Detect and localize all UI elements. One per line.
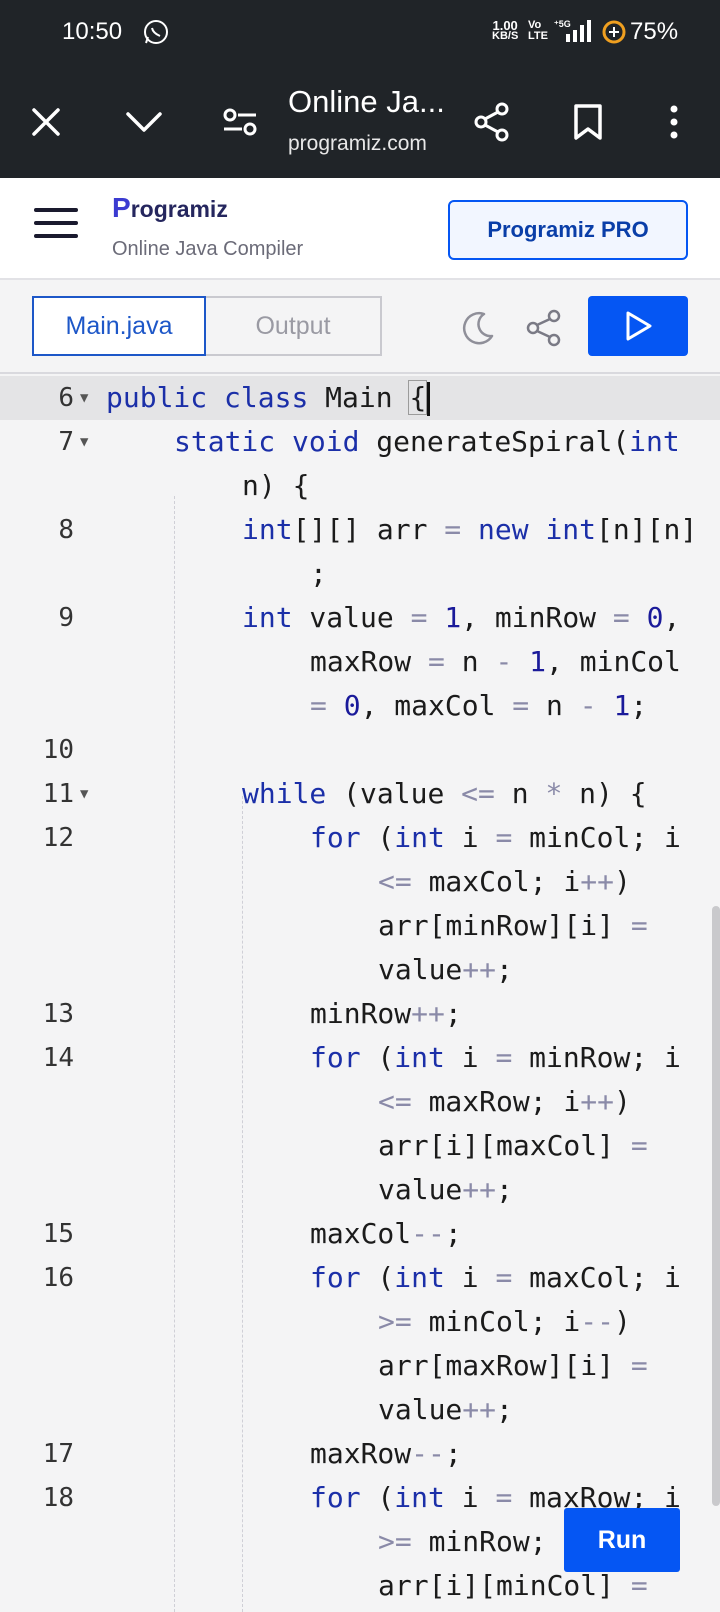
code-text: maxCol--; bbox=[310, 1217, 462, 1250]
code-line[interactable]: 12 for (int i = minCol; i bbox=[0, 816, 720, 860]
line-number: 14 bbox=[42, 1043, 74, 1073]
code-line[interactable]: 13 minRow++; bbox=[0, 992, 720, 1036]
minimize-tab-button[interactable] bbox=[114, 92, 174, 152]
code-line[interactable]: 10 bbox=[0, 728, 720, 772]
line-number: 17 bbox=[42, 1439, 74, 1469]
run-button-top[interactable] bbox=[588, 296, 688, 356]
share-code-icon[interactable] bbox=[524, 308, 564, 348]
code-line[interactable]: 7 ▼ static void generateSpiral(int bbox=[0, 420, 720, 464]
status-time: 10:50 bbox=[62, 18, 123, 45]
share-button[interactable] bbox=[462, 92, 522, 152]
code-line-wrap: n) { bbox=[242, 469, 310, 502]
code-text: minRow++; bbox=[310, 997, 462, 1030]
code-line[interactable]: 9 int value = 1, minRow = 0, bbox=[0, 596, 720, 640]
code-text: for (int i = maxCol; i bbox=[310, 1261, 681, 1294]
code-text: static void generateSpiral(int bbox=[174, 425, 680, 458]
editor-tabs-bar: Main.java Output bbox=[0, 282, 720, 374]
more-options-button[interactable] bbox=[644, 92, 704, 152]
code-line[interactable]: 17 maxRow--; bbox=[0, 1432, 720, 1476]
chevron-down-icon bbox=[126, 112, 162, 132]
close-tab-button[interactable] bbox=[16, 92, 76, 152]
programiz-logo[interactable]: Programiz bbox=[112, 192, 228, 224]
line-number: 10 bbox=[42, 735, 74, 765]
code-line-wrap: ; bbox=[310, 557, 327, 590]
fold-arrow-icon[interactable]: ▼ bbox=[80, 376, 88, 420]
logo-text: rogramiz bbox=[130, 196, 228, 222]
code-line-wrap: value++; bbox=[378, 1173, 513, 1206]
code-line-wrap: >= minCol; i--) bbox=[378, 1305, 631, 1338]
line-number: 6 bbox=[58, 383, 74, 413]
line-number: 15 bbox=[42, 1219, 74, 1249]
fold-arrow-icon[interactable]: ▼ bbox=[80, 420, 88, 464]
code-text: while (value <= n * n) { bbox=[242, 777, 647, 810]
more-vert-icon bbox=[670, 105, 678, 139]
code-line-wrap: maxRow = n - 1, minCol bbox=[310, 645, 681, 678]
code-line-wrap: value++; bbox=[378, 953, 513, 986]
page-url: programiz.com bbox=[288, 132, 427, 155]
line-number: 13 bbox=[42, 999, 74, 1029]
site-header: Programiz Online Java Compiler Programiz… bbox=[0, 178, 720, 280]
tune-icon bbox=[223, 108, 257, 136]
code-line[interactable]: 15 maxCol--; bbox=[0, 1212, 720, 1256]
line-number: 9 bbox=[58, 603, 74, 633]
line-number: 8 bbox=[58, 515, 74, 545]
logo-initial: P bbox=[112, 192, 131, 223]
code-text: public class Main { bbox=[106, 376, 431, 420]
site-settings-button[interactable] bbox=[210, 92, 270, 152]
code-line-wrap: arr[maxRow][i] = bbox=[378, 1349, 648, 1382]
share-icon bbox=[474, 102, 509, 142]
code-line-wrap: <= maxCol; i++) bbox=[378, 865, 631, 898]
page-title: Online Ja... bbox=[288, 84, 445, 119]
code-text: for (int i = minRow; i bbox=[310, 1041, 681, 1074]
code-line[interactable]: 6 ▼ public class Main { bbox=[0, 376, 720, 420]
code-line[interactable]: 16 for (int i = maxCol; i bbox=[0, 1256, 720, 1300]
code-line[interactable]: 11 ▼ while (value <= n * n) { bbox=[0, 772, 720, 816]
signal-icon: ⁺5G bbox=[554, 19, 591, 42]
network-speed: 1.00 KB/S bbox=[492, 18, 519, 42]
programiz-pro-button[interactable]: Programiz PRO bbox=[448, 200, 688, 260]
code-line-wrap: <= maxRow; i++) bbox=[378, 1085, 631, 1118]
line-number: 7 bbox=[58, 427, 74, 457]
code-line-wrap: arr[minRow][i] = bbox=[378, 909, 648, 942]
code-text: for (int i = minCol; i bbox=[310, 821, 681, 854]
bookmark-icon bbox=[574, 104, 602, 140]
code-text: int value = 1, minRow = 0, bbox=[242, 601, 681, 634]
dark-mode-toggle-icon[interactable] bbox=[458, 308, 498, 348]
play-icon bbox=[626, 311, 652, 341]
line-number: 18 bbox=[42, 1483, 74, 1513]
site-subtitle: Online Java Compiler bbox=[112, 238, 304, 260]
code-line-wrap: = 0, maxCol = n - 1; bbox=[310, 689, 648, 722]
menu-icon-bar bbox=[34, 208, 78, 212]
whatsapp-icon bbox=[144, 20, 168, 44]
battery-percent: 75% bbox=[630, 18, 679, 45]
fold-arrow-icon[interactable]: ▼ bbox=[80, 772, 88, 816]
code-line[interactable]: 14 for (int i = minRow; i bbox=[0, 1036, 720, 1080]
bookmark-button[interactable] bbox=[558, 92, 618, 152]
code-text: int[][] arr = new int[n][n] bbox=[242, 513, 698, 546]
tab-main-java[interactable]: Main.java bbox=[32, 296, 206, 356]
line-number: 16 bbox=[42, 1263, 74, 1293]
menu-icon-bar bbox=[34, 234, 78, 238]
status-bar: 10:50 1.00 KB/S Vo LTE ⁺5G 75% bbox=[0, 0, 720, 64]
code-line[interactable]: 8 int[][] arr = new int[n][n] bbox=[0, 508, 720, 552]
line-number: 11 bbox=[42, 779, 74, 809]
close-icon bbox=[32, 108, 60, 136]
menu-icon-bar bbox=[34, 221, 78, 225]
line-number: 12 bbox=[42, 823, 74, 853]
code-text: maxRow--; bbox=[310, 1437, 462, 1470]
svg-text:⁺5G: ⁺5G bbox=[554, 19, 571, 29]
run-button-floating[interactable]: Run bbox=[564, 1508, 680, 1572]
browser-toolbar: Online Ja... programiz.com bbox=[0, 64, 720, 178]
editor-scrollbar[interactable] bbox=[712, 906, 720, 1506]
volte-indicator: Vo LTE bbox=[528, 19, 548, 42]
text-cursor bbox=[427, 382, 431, 416]
code-line-wrap: value++; bbox=[378, 1393, 513, 1426]
code-line-wrap: arr[i][maxCol] = bbox=[378, 1129, 648, 1162]
battery-saver-icon bbox=[602, 20, 626, 44]
code-editor[interactable]: 6 ▼ public class Main { 7 ▼ static void … bbox=[0, 376, 720, 1612]
tab-output[interactable]: Output bbox=[206, 296, 382, 356]
menu-button[interactable] bbox=[34, 208, 78, 248]
